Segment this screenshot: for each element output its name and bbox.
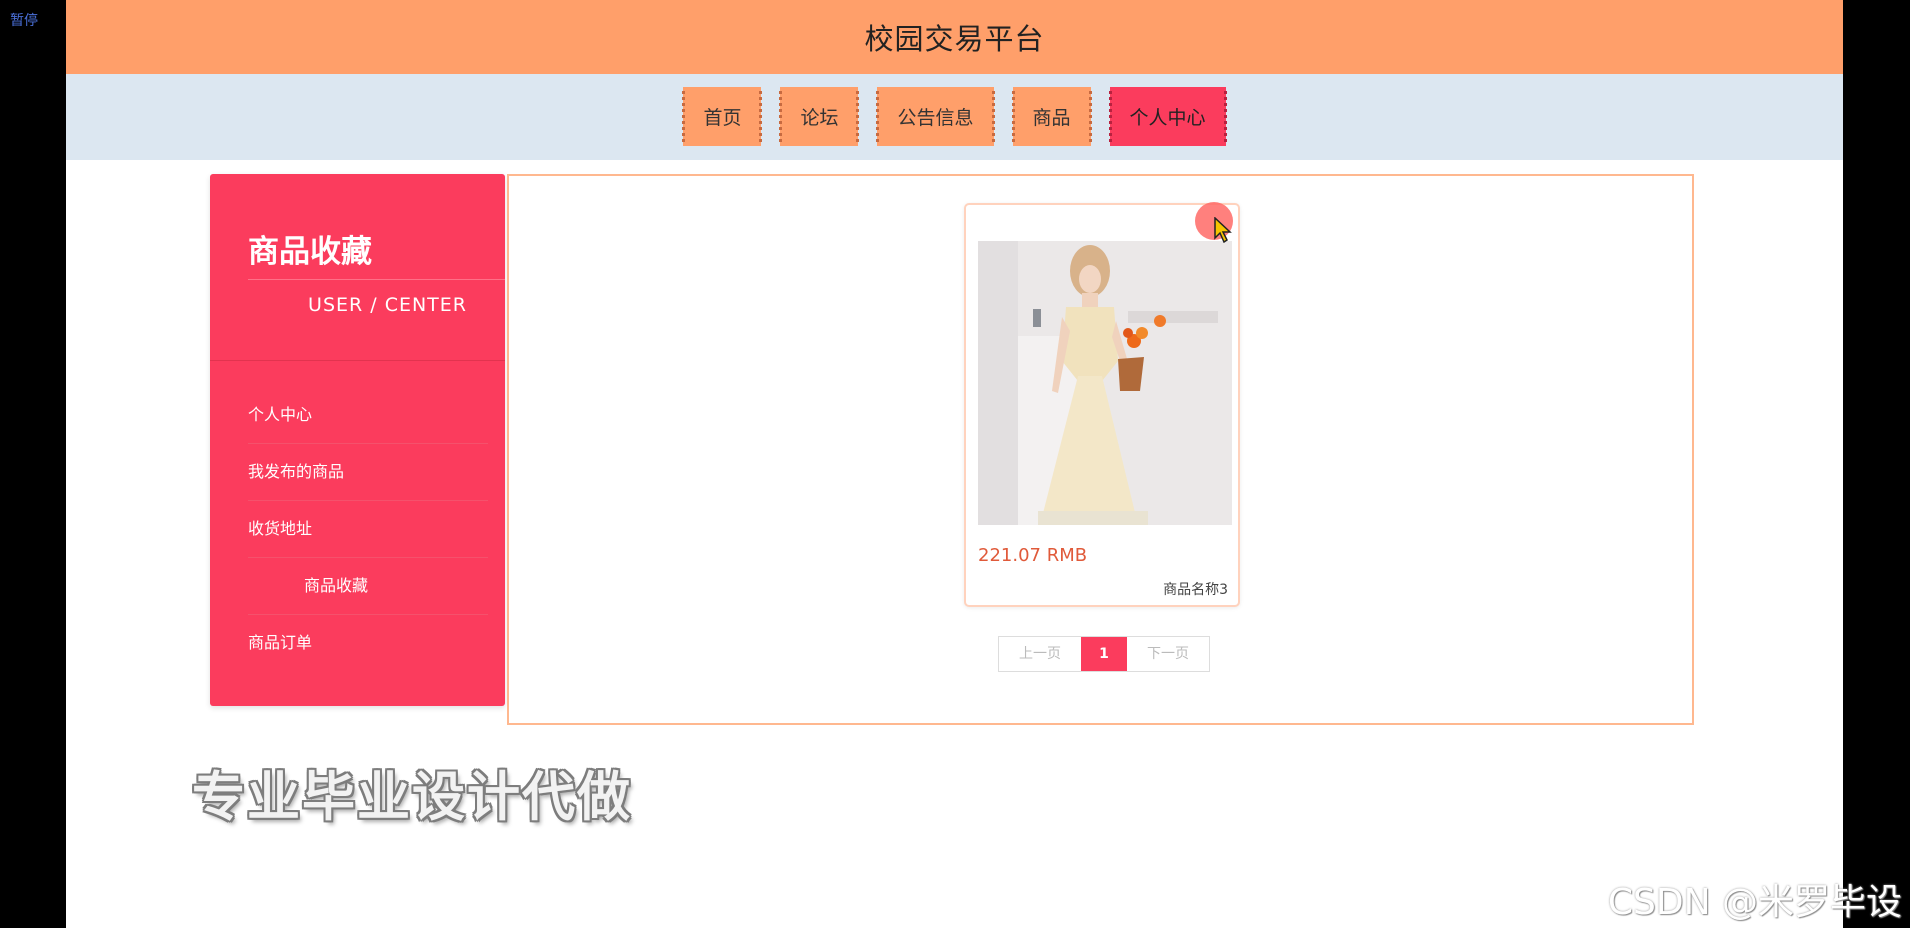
page-number-button[interactable]: 1	[1081, 637, 1127, 671]
sidebar-title: 商品收藏	[248, 234, 372, 270]
sidebar-menu: 个人中心 我发布的商品 收货地址 商品收藏 商品订单	[210, 361, 505, 671]
sidebar-item-favorites[interactable]: 商品收藏	[248, 558, 488, 615]
product-price: 221.07 RMB	[978, 545, 1088, 566]
sidebar-item-orders[interactable]: 商品订单	[248, 615, 488, 671]
sidebar-item-user-center[interactable]: 个人中心	[248, 387, 488, 444]
nav-item-announcements[interactable]: 公告信息	[876, 87, 995, 146]
sidebar-divider	[248, 279, 505, 280]
product-image[interactable]	[978, 241, 1232, 525]
main-nav: 首页 论坛 公告信息 商品 个人中心	[66, 74, 1843, 160]
nav-item-user-center[interactable]: 个人中心	[1108, 87, 1227, 146]
prev-page-button[interactable]: 上一页	[999, 637, 1081, 671]
nav-item-home[interactable]: 首页	[682, 87, 763, 146]
promo-watermark: 专业毕业设计代做	[192, 767, 632, 828]
sidebar-header: 商品收藏 USER / CENTER	[210, 174, 505, 361]
csdn-credit-watermark: CSDN @米罗毕设	[1607, 882, 1902, 923]
sidebar-item-address[interactable]: 收货地址	[248, 501, 488, 558]
nav-item-forum[interactable]: 论坛	[779, 87, 860, 146]
user-center-sidebar: 商品收藏 USER / CENTER 个人中心 我发布的商品 收货地址 商品收藏…	[210, 174, 505, 706]
pagination: 上一页 1 下一页	[998, 636, 1210, 672]
product-name[interactable]: 商品名称3	[1163, 579, 1228, 599]
nav-item-products[interactable]: 商品	[1011, 87, 1092, 146]
sidebar-subtitle: USER / CENTER	[308, 294, 467, 316]
favorites-panel: 221.07 RMB 商品名称3 上一页 1 下一页	[507, 174, 1694, 725]
next-page-button[interactable]: 下一页	[1127, 637, 1209, 671]
page: 校园交易平台 首页 论坛 公告信息 商品 个人中心 商品收藏 USER / CE…	[66, 0, 1843, 928]
product-card[interactable]: 221.07 RMB 商品名称3	[964, 202, 1240, 607]
site-title: 校园交易平台	[864, 22, 1045, 56]
sidebar-item-my-products[interactable]: 我发布的商品	[248, 444, 488, 501]
mouse-pointer-icon	[1214, 217, 1232, 243]
pause-label[interactable]: 暂停	[10, 10, 38, 30]
site-header: 校园交易平台	[66, 0, 1843, 74]
product-photo-dress	[978, 241, 1232, 525]
